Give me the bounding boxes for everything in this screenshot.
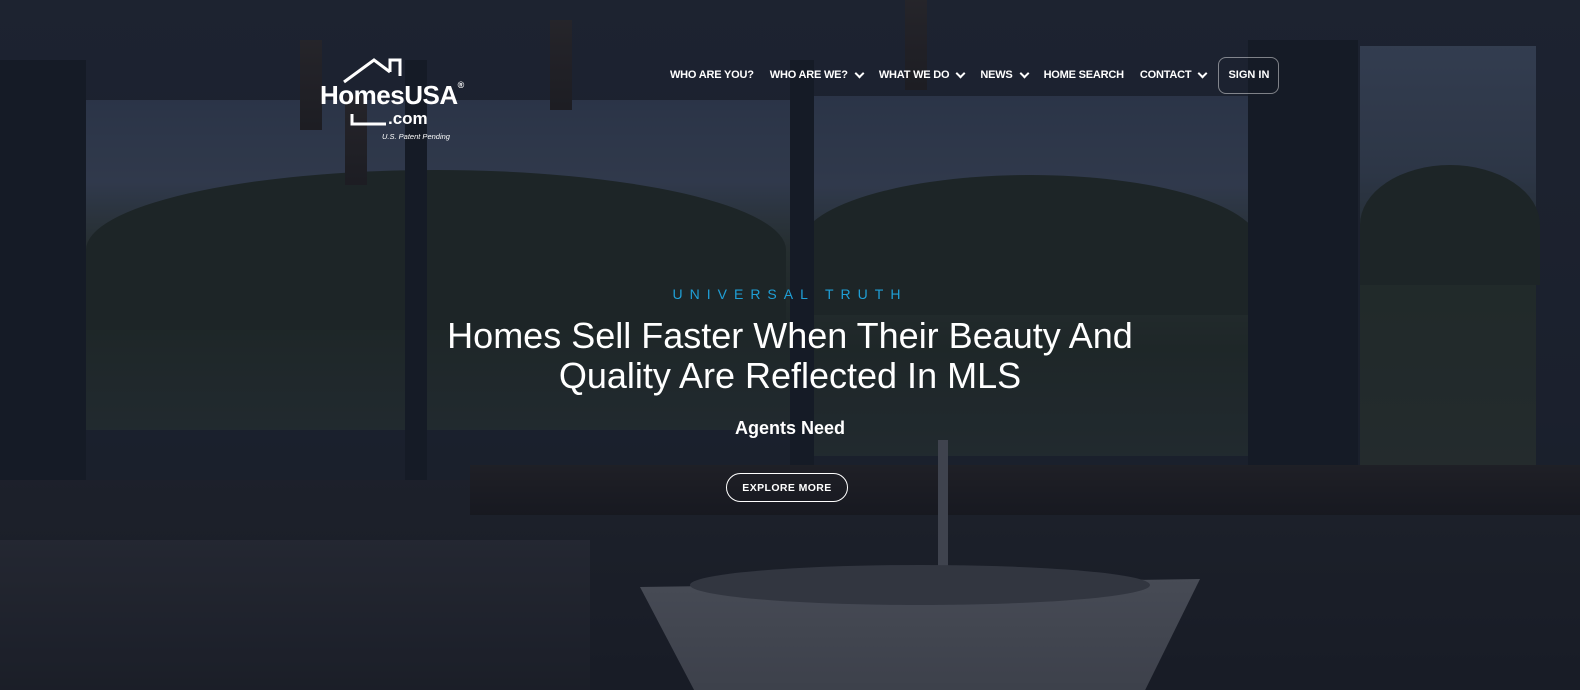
logo-dotcom: .com xyxy=(388,109,428,128)
chevron-down-icon xyxy=(955,68,966,79)
nav-item-who-are-we[interactable]: WHO ARE WE? xyxy=(769,68,865,81)
nav-item-home-search[interactable]: HOME SEARCH xyxy=(1043,69,1125,81)
nav-item-contact[interactable]: CONTACT xyxy=(1139,68,1208,81)
hero-eyebrow: UNIVERSAL TRUTH xyxy=(672,286,908,302)
nav-item-label: WHO ARE YOU? xyxy=(670,69,754,81)
nav-item-who-are-you[interactable]: WHO ARE YOU? xyxy=(670,69,754,81)
logo-wordmark: HomesUSA® xyxy=(320,80,465,110)
nav-item-label: WHO ARE WE? xyxy=(769,69,848,81)
explore-more-button[interactable]: EXPLORE MORE xyxy=(726,473,848,502)
nav-item-label: NEWS xyxy=(980,69,1013,81)
hero-headline: Homes Sell Faster When Their Beauty And … xyxy=(447,315,1133,396)
registered-mark: ® xyxy=(457,80,465,90)
chevron-down-icon xyxy=(1197,68,1208,79)
site-logo[interactable]: HomesUSA® .com U.S. Patent Pending xyxy=(318,54,464,146)
hero-subhead: Agents Need xyxy=(734,418,846,438)
nav-item-label: HOME SEARCH xyxy=(1043,69,1125,81)
chevron-down-icon xyxy=(1019,68,1030,79)
nav-item-label: WHAT WE DO xyxy=(878,69,950,81)
nav-item-news[interactable]: NEWS xyxy=(980,68,1030,81)
nav-item-label: CONTACT xyxy=(1139,69,1192,81)
main-nav: WHO ARE YOU? WHO ARE WE? WHAT WE DO NEWS… xyxy=(670,56,1280,94)
chevron-down-icon xyxy=(854,68,865,79)
nav-item-what-we-do[interactable]: WHAT WE DO xyxy=(878,68,966,81)
logo-tagline: U.S. Patent Pending xyxy=(382,132,450,141)
sign-in-button[interactable]: SIGN IN xyxy=(1218,56,1280,94)
